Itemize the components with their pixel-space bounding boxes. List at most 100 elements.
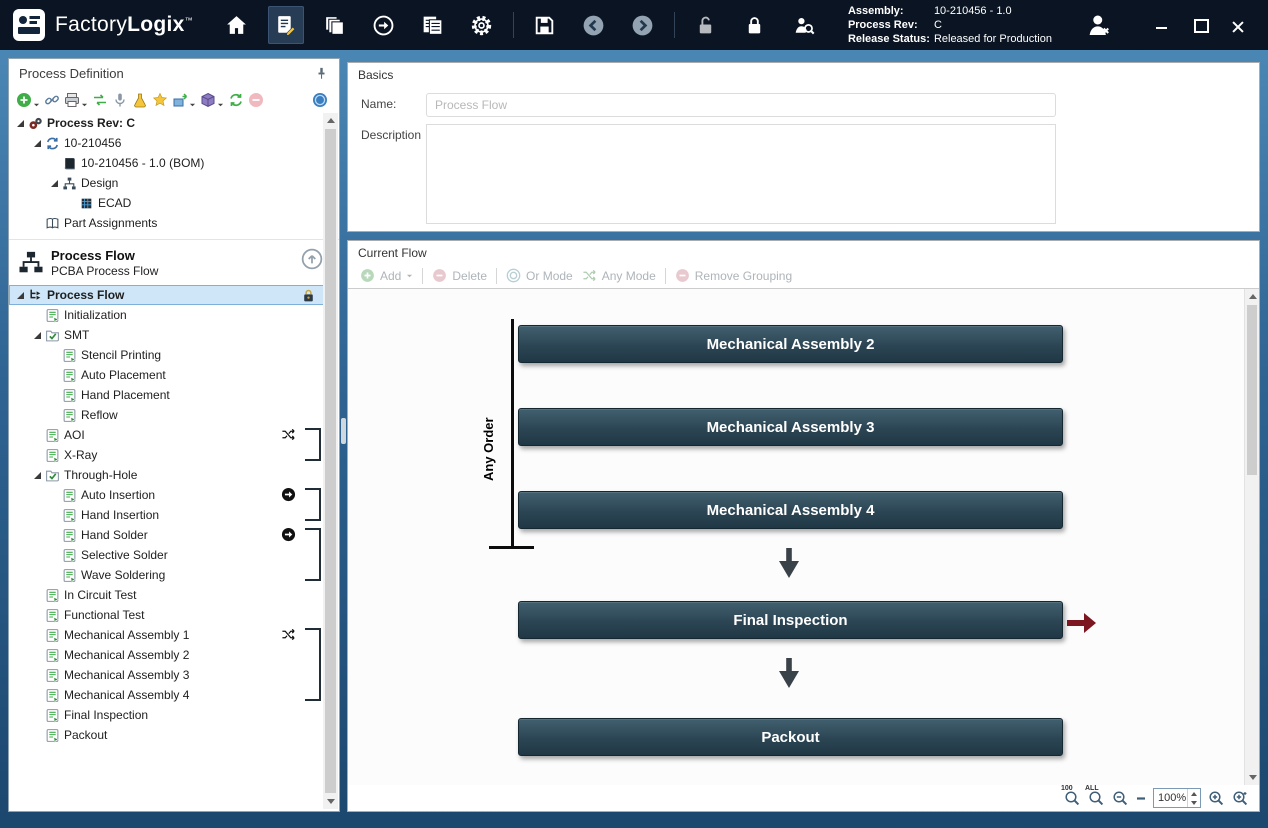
- unlock-button[interactable]: [688, 6, 724, 44]
- sync-tool-button[interactable]: [228, 92, 244, 108]
- tree-item-aoi[interactable]: AOI: [9, 425, 324, 445]
- close-button[interactable]: [1226, 15, 1250, 35]
- or-mode-button[interactable]: Or Mode: [506, 268, 573, 283]
- tree-item-stencil-printing[interactable]: Stencil Printing: [9, 345, 324, 365]
- delete-button[interactable]: Delete: [432, 268, 487, 283]
- tree-item-10-210456[interactable]: 10-210456: [9, 133, 324, 153]
- collapse-icon[interactable]: [30, 136, 44, 150]
- scroll-down-icon[interactable]: [323, 794, 338, 809]
- shuffle-icon[interactable]: [281, 427, 296, 442]
- flow-node-mechanical-assembly-2[interactable]: Mechanical Assembly 2: [518, 325, 1063, 363]
- any-mode-button[interactable]: Any Mode: [582, 268, 656, 283]
- collapse-icon[interactable]: [13, 116, 27, 130]
- scroll-track[interactable]: [1245, 476, 1259, 770]
- tree-item-process-rev-c[interactable]: Process Rev: C: [9, 113, 324, 133]
- arrow-badge-icon[interactable]: [281, 527, 296, 542]
- dispatch-button[interactable]: [366, 6, 402, 44]
- description-input[interactable]: [426, 124, 1056, 224]
- collapse-icon[interactable]: [13, 288, 27, 302]
- add-button[interactable]: Add: [360, 268, 413, 283]
- link-tool-button[interactable]: [44, 92, 60, 108]
- user-account-button[interactable]: [1082, 10, 1116, 40]
- zoom-100-button[interactable]: 100: [1064, 790, 1081, 807]
- tree-item-hand-insertion[interactable]: Hand Insertion: [9, 505, 324, 525]
- tree-item-hand-placement[interactable]: Hand Placement: [9, 385, 324, 405]
- spinner-up-icon[interactable]: [1188, 789, 1200, 798]
- shuffle-icon[interactable]: [281, 627, 296, 642]
- process-flow-header[interactable]: Process Flow PCBA Process Flow: [9, 239, 339, 285]
- edit-document-button[interactable]: [268, 6, 304, 44]
- print-tool-button[interactable]: [64, 92, 88, 108]
- zoom-all-button[interactable]: ALL: [1088, 790, 1105, 807]
- zoom-out-button[interactable]: [1112, 790, 1129, 807]
- name-input[interactable]: [426, 93, 1056, 117]
- scroll-thumb[interactable]: [1247, 305, 1257, 475]
- flow-node-packout[interactable]: Packout: [518, 718, 1063, 756]
- tree-item-through-hole[interactable]: Through-Hole: [9, 465, 324, 485]
- collapse-icon[interactable]: [30, 468, 44, 482]
- minimize-button[interactable]: [1150, 15, 1174, 35]
- tree-item-x-ray[interactable]: X-Ray: [9, 445, 324, 465]
- remove-grouping-button[interactable]: Remove Grouping: [675, 268, 792, 283]
- tree-item-reflow[interactable]: Reflow: [9, 405, 324, 425]
- canvas-scrollbar[interactable]: [1244, 289, 1259, 785]
- add-tool-button[interactable]: [16, 92, 40, 108]
- tree-item-hand-solder[interactable]: Hand Solder: [9, 525, 324, 545]
- tree-item-mechanical-assembly-1[interactable]: Mechanical Assembly 1: [9, 625, 324, 645]
- tree-item-mechanical-assembly-4[interactable]: Mechanical Assembly 4: [9, 685, 324, 705]
- batch-button[interactable]: [317, 6, 353, 44]
- tree-item-mechanical-assembly-2[interactable]: Mechanical Assembly 2: [9, 645, 324, 665]
- tree-item-mechanical-assembly-3[interactable]: Mechanical Assembly 3: [9, 665, 324, 685]
- promote-icon[interactable]: [301, 248, 323, 270]
- transfer-tool-button[interactable]: [92, 92, 108, 108]
- tree-item-selective-solder[interactable]: Selective Solder: [9, 545, 324, 565]
- maximize-button[interactable]: [1188, 15, 1212, 35]
- tree-item-process-flow[interactable]: Process Flow: [9, 285, 324, 305]
- lock-button[interactable]: [737, 6, 773, 44]
- collapse-icon[interactable]: [30, 328, 44, 342]
- tree-item-wave-soldering[interactable]: Wave Soldering: [9, 565, 324, 585]
- zoom-in-plus-button[interactable]: [1232, 790, 1249, 807]
- flow-node-mechanical-assembly-3[interactable]: Mechanical Assembly 3: [518, 408, 1063, 446]
- tree-item-ecad[interactable]: ECAD: [9, 193, 324, 213]
- tree-item-functional-test[interactable]: Functional Test: [9, 605, 324, 625]
- flow-node-final-inspection[interactable]: Final Inspection: [518, 601, 1063, 639]
- tree-item-smt[interactable]: SMT: [9, 325, 324, 345]
- tree-item-auto-placement[interactable]: Auto Placement: [9, 365, 324, 385]
- tree-item-initialization[interactable]: Initialization: [9, 305, 324, 325]
- save-button[interactable]: [527, 6, 563, 44]
- home-button[interactable]: [219, 6, 255, 44]
- spinner-down-icon[interactable]: [1188, 798, 1200, 807]
- pin-icon[interactable]: [314, 66, 329, 81]
- arrow-badge-icon[interactable]: [281, 487, 296, 502]
- scroll-thumb[interactable]: [325, 129, 336, 793]
- flow-node-mechanical-assembly-4[interactable]: Mechanical Assembly 4: [518, 491, 1063, 529]
- minus-mini-button[interactable]: [1136, 790, 1146, 807]
- panel-splitter[interactable]: [340, 58, 347, 812]
- left-panel-scrollbar[interactable]: [323, 113, 338, 809]
- scroll-up-icon[interactable]: [323, 113, 338, 128]
- tree-item-design[interactable]: Design: [9, 173, 324, 193]
- tree-item-in-circuit-test[interactable]: In Circuit Test: [9, 585, 324, 605]
- info-tool-button[interactable]: [312, 92, 328, 108]
- chemical-tool-button[interactable]: [132, 92, 148, 108]
- zoom-spinner[interactable]: 100%: [1153, 788, 1201, 808]
- audit-tool-button[interactable]: [112, 92, 128, 108]
- zoom-in-button[interactable]: [1208, 790, 1225, 807]
- tree-item-packout[interactable]: Packout: [9, 725, 324, 745]
- tree-item-part-assignments[interactable]: Part Assignments: [9, 213, 324, 233]
- export-tool-button[interactable]: [172, 92, 196, 108]
- forward-button[interactable]: [625, 6, 661, 44]
- tree-item-10-210456-1-0-bom[interactable]: 10-210456 - 1.0 (BOM): [9, 153, 324, 173]
- package-tool-button[interactable]: [200, 92, 224, 108]
- remove-tool-button[interactable]: [248, 92, 264, 108]
- scroll-up-icon[interactable]: [1245, 289, 1259, 304]
- scroll-down-icon[interactable]: [1245, 770, 1259, 785]
- tree-item-final-inspection[interactable]: Final Inspection: [9, 705, 324, 725]
- settings-button[interactable]: [464, 6, 500, 44]
- back-button[interactable]: [576, 6, 612, 44]
- find-user-button[interactable]: [786, 6, 822, 44]
- star-tool-button[interactable]: [152, 92, 168, 108]
- tree-item-auto-insertion[interactable]: Auto Insertion: [9, 485, 324, 505]
- collapse-icon[interactable]: [47, 176, 61, 190]
